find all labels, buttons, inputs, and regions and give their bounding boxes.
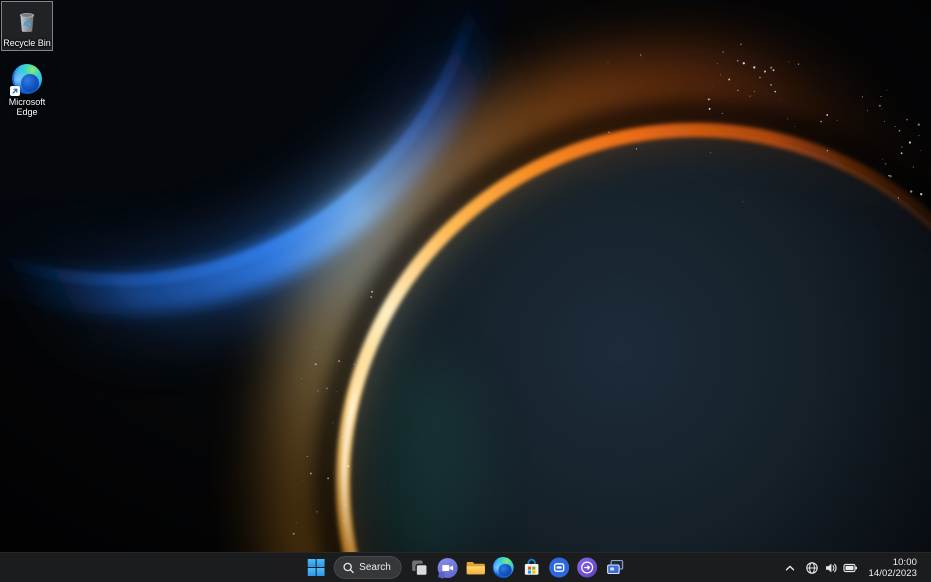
video-chat-icon xyxy=(437,558,457,578)
edge-logo-icon xyxy=(493,557,514,578)
desktop-icon-label: Microsoft Edge xyxy=(3,97,51,117)
desktop-icon-microsoft-edge[interactable]: Microsoft Edge xyxy=(1,60,53,120)
desktop-icon-label: Recycle Bin xyxy=(3,38,51,48)
taskbar-app-arrow-circle[interactable] xyxy=(575,555,600,580)
chevron-up-icon xyxy=(783,562,797,574)
desktop: Recycle Bin Microsoft Edge xyxy=(0,0,931,582)
taskbar-search[interactable]: Search xyxy=(333,556,402,579)
start-button[interactable] xyxy=(303,555,328,580)
taskbar-app-microsoft-store[interactable] xyxy=(519,555,544,580)
search-label: Search xyxy=(359,562,391,573)
taskbar-app-file-explorer[interactable] xyxy=(463,555,488,580)
system-tray-button[interactable] xyxy=(801,559,862,577)
battery-icon xyxy=(843,561,858,575)
recycle-bin-icon xyxy=(12,5,42,35)
windows-start-icon xyxy=(307,559,324,576)
clock-date: 14/02/2023 xyxy=(868,568,917,579)
network-no-internet-icon xyxy=(805,561,819,575)
desktop-icon-recycle-bin[interactable]: Recycle Bin xyxy=(1,1,53,51)
taskbar: Search xyxy=(0,552,931,582)
arrow-circle-icon xyxy=(577,557,598,578)
task-view-icon xyxy=(409,558,429,578)
volume-icon xyxy=(824,561,838,575)
overlapping-windows-icon xyxy=(605,557,626,578)
clock[interactable]: 10:00 14/02/2023 xyxy=(864,556,921,580)
wallpaper xyxy=(0,0,931,582)
hidden-icons-button[interactable] xyxy=(781,555,799,580)
store-bag-icon xyxy=(521,558,541,578)
search-icon xyxy=(342,562,354,574)
folder-icon xyxy=(465,559,485,576)
edge-logo-icon xyxy=(12,64,42,94)
clock-time: 10:00 xyxy=(893,557,917,568)
blue-frame-icon xyxy=(549,557,570,578)
taskbar-app-microsoft-edge[interactable] xyxy=(491,555,516,580)
shortcut-arrow-icon xyxy=(10,86,20,96)
taskbar-app-chat[interactable] xyxy=(435,555,460,580)
taskbar-center-group: Search xyxy=(303,553,628,582)
taskbar-app-blue-frame[interactable] xyxy=(547,555,572,580)
taskbar-app-window-share[interactable] xyxy=(603,555,628,580)
taskbar-app-task-view[interactable] xyxy=(407,555,432,580)
system-tray: 10:00 14/02/2023 xyxy=(781,553,931,582)
